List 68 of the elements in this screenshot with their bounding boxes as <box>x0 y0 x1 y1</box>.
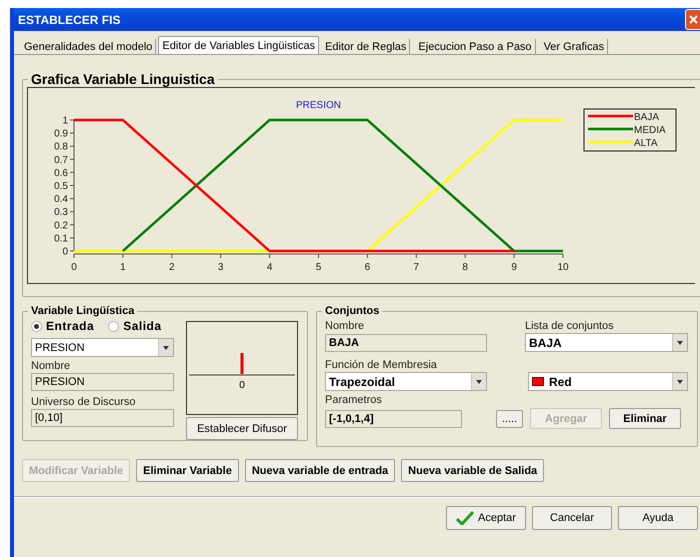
field-label: Universo de Discurso <box>31 396 137 409</box>
check-icon <box>456 511 474 525</box>
window-title: ESTABLECER FIS <box>18 12 120 26</box>
legend-label: MEDIA <box>634 125 666 136</box>
x-tick-label: 5 <box>316 262 322 273</box>
radio-button[interactable]: Entrada <box>31 319 94 333</box>
field-label: Parametros <box>325 394 383 407</box>
variable-button[interactable]: Nueva variable de entrada <box>244 459 396 482</box>
color-dropdown[interactable]: Red <box>528 372 688 391</box>
tab[interactable]: Editor de Variables Lingüisticas <box>158 36 320 54</box>
y-tick-label: 0.5 <box>54 181 68 192</box>
y-tick-label: 0.9 <box>54 128 68 140</box>
set-name-field[interactable]: BAJA <box>325 334 487 352</box>
variable-button[interactable]: Nueva variable de Salida <box>401 459 544 482</box>
dropdown-arrow-icon <box>163 346 169 350</box>
legend-label: BAJA <box>634 112 660 123</box>
parameters-field[interactable]: [-1,0,1,4] <box>325 410 462 428</box>
y-tick-label: 0.1 <box>54 233 68 244</box>
dropdown-arrow-icon <box>677 380 683 384</box>
function-dropdown[interactable]: Trapezoidal <box>325 372 487 391</box>
x-tick-label: 8 <box>462 262 468 273</box>
chart-title: PRESION <box>296 100 341 111</box>
diffuser-spike <box>240 353 244 374</box>
variable-dropdown[interactable]: PRESION <box>31 338 174 357</box>
dialog-button[interactable]: Aceptar <box>446 506 526 530</box>
legend-line <box>588 128 633 130</box>
universe-field[interactable]: [0,10] <box>31 409 174 427</box>
name-field[interactable]: PRESION <box>31 373 174 391</box>
close-button[interactable] <box>685 9 700 30</box>
browse-button[interactable]: ..... <box>496 410 523 428</box>
x-tick-label: 0 <box>71 262 77 273</box>
tick-label: 0 <box>239 380 245 391</box>
dropdown-arrow-icon <box>677 340 683 344</box>
field-label: Función de Membresia <box>325 359 438 372</box>
group-title: Grafica Variable Linguistica <box>30 71 216 87</box>
y-tick-label: 0 <box>62 246 68 258</box>
y-tick-label: 0.3 <box>54 207 68 218</box>
x-tick-label: 9 <box>511 262 517 273</box>
dialog-button[interactable]: Ayuda <box>618 506 698 530</box>
group-title: Conjuntos <box>324 305 380 317</box>
dialog-button[interactable]: Cancelar <box>532 506 612 530</box>
y-tick-label: 0.4 <box>54 194 68 206</box>
legend-line <box>588 140 633 144</box>
radio-button[interactable]: Salida <box>108 319 162 333</box>
y-tick-label: 0.8 <box>54 142 68 153</box>
x-tick-label: 2 <box>169 262 175 273</box>
y-tick-label: 0.6 <box>54 168 68 179</box>
close-icon <box>688 15 698 24</box>
set-diffuser-button[interactable]: Establecer Difusor <box>186 417 298 440</box>
y-tick-label: 0.2 <box>54 220 68 232</box>
group-title: Variable Lingüística <box>30 305 136 317</box>
x-tick-label: 7 <box>414 262 420 273</box>
x-tick-label: 3 <box>218 262 224 273</box>
field-label: Lista de conjuntos <box>525 320 615 333</box>
field-label: Nombre <box>325 320 366 333</box>
variable-button[interactable]: Eliminar Variable <box>136 459 239 482</box>
dropdown-arrow-icon <box>476 380 482 384</box>
x-tick-label: 10 <box>557 262 569 273</box>
x-tick-label: 1 <box>120 262 126 273</box>
legend-line <box>588 114 633 118</box>
set-button[interactable]: Eliminar <box>609 408 681 429</box>
x-tick-label: 6 <box>364 262 370 273</box>
field-label: Nombre <box>31 360 72 373</box>
set-list-dropdown[interactable]: BAJA <box>525 333 688 352</box>
y-tick-label: 1 <box>62 116 68 126</box>
y-tick-label: 0.7 <box>54 154 68 166</box>
x-tick-label: 4 <box>266 262 272 273</box>
legend-label: ALTA <box>634 138 658 149</box>
